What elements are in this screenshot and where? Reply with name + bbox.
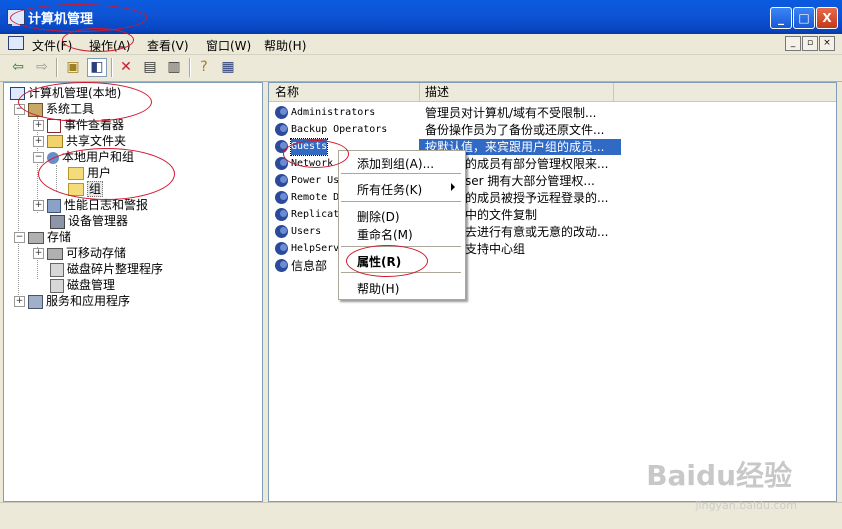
properties-icon[interactable]: ▤ [140, 58, 160, 77]
watermark-url: jingyan.baidu.com [695, 499, 797, 512]
tree-label: 服务和应用程序 [46, 294, 131, 308]
tree-item-perf-logs[interactable]: + 性能日志和警报 [33, 197, 148, 213]
context-menu: 添加到组(A)... 所有任务(K) 删除(D) 重命名(M) 属性(R) 帮助… [338, 150, 466, 300]
group-icon [275, 242, 288, 255]
group-icon [275, 106, 288, 119]
performance-icon [47, 198, 61, 213]
mdi-minimize-button[interactable]: _ [785, 36, 801, 51]
tree-guide [18, 99, 19, 305]
expand-icon[interactable]: + [33, 120, 44, 131]
menu-window[interactable]: 窗口(W) [206, 37, 251, 54]
watermark-logo: Baidu经验 [646, 459, 792, 492]
annotation-circle-guests [283, 140, 349, 168]
show-hide-tree-icon[interactable]: ◧ [87, 58, 107, 77]
defrag-icon [50, 262, 64, 277]
list-item[interactable]: Administrators 管理员对计算机/域有不受限制... [269, 105, 836, 121]
tree-label: 磁盘管理 [67, 278, 116, 292]
back-icon[interactable]: ⇦ [8, 58, 28, 77]
group-icon [275, 225, 288, 238]
storage-icon [28, 231, 44, 244]
annotation-circle-action-menu [62, 28, 134, 52]
tree-label: 存储 [47, 230, 72, 244]
annotation-circle-properties [346, 245, 428, 277]
console-icon[interactable]: ▦ [218, 58, 238, 77]
tree-item-device-manager[interactable]: 设备管理器 [50, 213, 128, 229]
expand-icon[interactable]: + [33, 200, 44, 211]
collapse-icon[interactable]: − [14, 232, 25, 243]
close-button[interactable]: X [816, 7, 838, 29]
collapse-icon[interactable]: − [33, 152, 44, 163]
group-icon [275, 174, 288, 187]
maximize-button[interactable]: □ [793, 7, 815, 29]
tree-item-services-apps[interactable]: + 服务和应用程序 [14, 293, 130, 309]
context-delete[interactable]: 删除(D) [357, 208, 400, 225]
tree-label: 性能日志和警报 [64, 198, 149, 212]
context-help[interactable]: 帮助(H) [357, 280, 399, 297]
context-all-tasks[interactable]: 所有任务(K) [357, 181, 422, 198]
expand-icon[interactable]: + [33, 248, 44, 259]
mdi-close-button[interactable]: × [819, 36, 835, 51]
delete-icon[interactable]: ✕ [116, 58, 136, 77]
tree-item-defrag[interactable]: 磁盘碎片整理程序 [50, 261, 163, 277]
context-add-to-group[interactable]: 添加到组(A)... [357, 155, 434, 172]
menu-separator [341, 173, 461, 174]
menu-help[interactable]: 帮助(H) [264, 37, 306, 54]
toolbar-separator [189, 58, 191, 77]
menu-separator [341, 201, 461, 202]
tree-item-shared-folders[interactable]: + 共享文件夹 [33, 133, 126, 149]
column-header-description[interactable]: 描述 [419, 83, 614, 101]
help-icon[interactable]: ? [194, 58, 214, 77]
menu-view[interactable]: 查看(V) [147, 37, 189, 54]
forward-icon[interactable]: ⇨ [32, 58, 52, 77]
expand-icon[interactable]: + [14, 296, 25, 307]
mdi-restore-button[interactable]: ▫ [802, 36, 818, 51]
annotation-circle-system-tools [18, 82, 152, 122]
disk-management-icon [50, 278, 64, 293]
tree-label: 设备管理器 [68, 214, 129, 228]
tree-item-removable-storage[interactable]: + 可移动存储 [33, 245, 126, 261]
expand-icon[interactable]: + [33, 136, 44, 147]
group-icon [275, 123, 288, 136]
event-viewer-icon [47, 118, 61, 133]
list-item[interactable]: Backup Operators 备份操作员为了备份或还原文件... [269, 122, 836, 138]
toolbar-separator [56, 58, 58, 77]
tree-label: 共享文件夹 [66, 134, 127, 148]
toolbar-separator [111, 58, 113, 77]
toolbar: ⇦ ⇨ ▣ ◧ ✕ ▤ ▥ ? ▦ [0, 55, 842, 82]
export-icon[interactable]: ▥ [164, 58, 184, 77]
tree-label: 磁盘碎片整理程序 [67, 262, 164, 276]
annotation-circle-local-users [38, 148, 175, 200]
group-icon [275, 259, 288, 272]
list-header: 名称 描述 [269, 83, 836, 102]
app-menu-icon[interactable] [8, 36, 24, 50]
minimize-button[interactable]: _ [770, 7, 792, 29]
submenu-arrow-icon [451, 183, 455, 191]
services-icon [28, 294, 43, 309]
up-folder-icon[interactable]: ▣ [63, 58, 83, 77]
device-manager-icon [50, 214, 65, 229]
tree-item-disk-management[interactable]: 磁盘管理 [50, 277, 115, 293]
tree-pane[interactable]: 计算机管理(本地) − 系统工具 + 事件查看器 + 共享文件夹 − 本地用户和组 用户… [3, 82, 263, 502]
removable-storage-icon [47, 247, 63, 260]
context-rename[interactable]: 重命名(M) [357, 226, 413, 243]
tree-label: 可移动存储 [66, 246, 127, 260]
column-header-name[interactable]: 名称 [269, 83, 420, 101]
annotation-circle-title [10, 4, 147, 32]
group-icon [275, 208, 288, 221]
tree-item-storage[interactable]: − 存储 [14, 229, 71, 245]
group-icon [275, 191, 288, 204]
shared-folder-icon [47, 135, 63, 148]
